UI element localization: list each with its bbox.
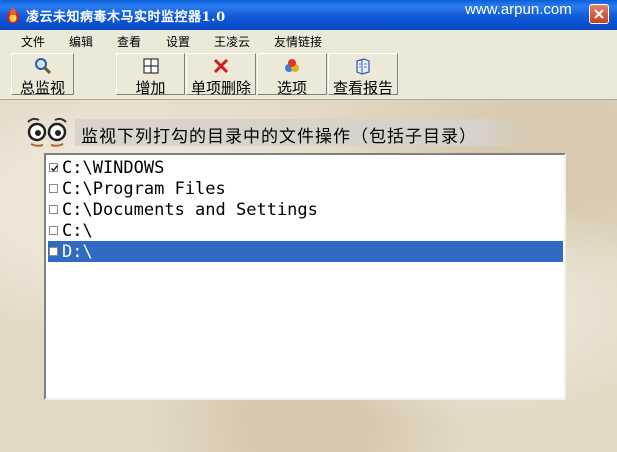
checkbox[interactable] <box>49 184 58 193</box>
menu-links[interactable]: 友情链接 <box>274 33 322 50</box>
monitor-all-label: 总监视 <box>19 79 65 97</box>
list-item[interactable]: C:\Documents and Settings <box>48 199 563 220</box>
list-item[interactable]: C:\ <box>48 220 563 241</box>
add-label: 增加 <box>135 79 166 97</box>
close-icon <box>594 9 604 19</box>
directory-path: C:\Documents and Settings <box>62 200 318 220</box>
menu-author[interactable]: 王凌云 <box>214 33 250 50</box>
view-report-button[interactable]: 查看报告 <box>328 53 398 97</box>
menu-settings[interactable]: 设置 <box>166 33 190 50</box>
checkbox[interactable] <box>49 163 59 172</box>
magnifier-icon <box>34 57 52 75</box>
directory-path: C:\ <box>62 221 93 241</box>
menu-bar: 文件 编辑 查看 设置 王凌云 友情链接 <box>0 30 617 50</box>
red-x-icon <box>212 57 230 75</box>
checkbox[interactable] <box>49 247 58 256</box>
checkmark-icon <box>51 165 59 172</box>
checkbox[interactable] <box>49 205 58 214</box>
report-icon <box>354 57 372 75</box>
list-item[interactable]: C:\WINDOWS <box>48 157 563 178</box>
main-panel: 监视下列打勾的目录中的文件操作（包括子目录） C:\WINDOWS C:\Pro… <box>0 100 617 452</box>
add-button[interactable]: 增加 <box>116 53 185 97</box>
options-icon <box>283 57 301 75</box>
delete-item-button[interactable]: 单项删除 <box>186 53 256 97</box>
window-title: 凌云未知病毒木马实时监控器1.0 <box>26 10 226 25</box>
directory-path: C:\WINDOWS <box>62 158 165 178</box>
close-button[interactable] <box>589 4 609 24</box>
menu-edit[interactable]: 编辑 <box>69 33 93 50</box>
directory-path: C:\Program Files <box>62 179 226 199</box>
grid-icon <box>142 57 160 75</box>
menu-file[interactable]: 文件 <box>21 33 45 50</box>
options-button[interactable]: 选项 <box>257 53 327 97</box>
eyes-icon <box>25 114 69 150</box>
delete-item-label: 单项删除 <box>190 79 251 97</box>
options-label: 选项 <box>276 79 307 97</box>
checkbox[interactable] <box>49 226 58 235</box>
list-item[interactable]: C:\Program Files <box>48 178 563 199</box>
title-bar[interactable]: 凌云未知病毒木马实时监控器1.0 www.arpun.com <box>0 0 617 30</box>
watermark-text: www.arpun.com <box>465 1 572 18</box>
instruction-banner: 监视下列打勾的目录中的文件操作（包括子目录） <box>75 119 525 147</box>
app-window: 凌云未知病毒木马实时监控器1.0 www.arpun.com 文件 编辑 查看 … <box>0 0 617 452</box>
directory-list[interactable]: C:\WINDOWS C:\Program Files C:\Documents… <box>44 153 566 400</box>
toolbar: 总监视 增加 单项删除 选项 查看报告 <box>0 50 617 100</box>
instruction-text: 监视下列打勾的目录中的文件操作（包括子目录） <box>81 127 477 147</box>
app-flame-icon <box>5 6 21 24</box>
monitor-all-button[interactable]: 总监视 <box>11 53 74 97</box>
directory-path: D:\ <box>62 242 93 262</box>
view-report-label: 查看报告 <box>332 79 393 97</box>
list-item-selected[interactable]: D:\ <box>48 241 563 262</box>
menu-view[interactable]: 查看 <box>117 33 141 50</box>
